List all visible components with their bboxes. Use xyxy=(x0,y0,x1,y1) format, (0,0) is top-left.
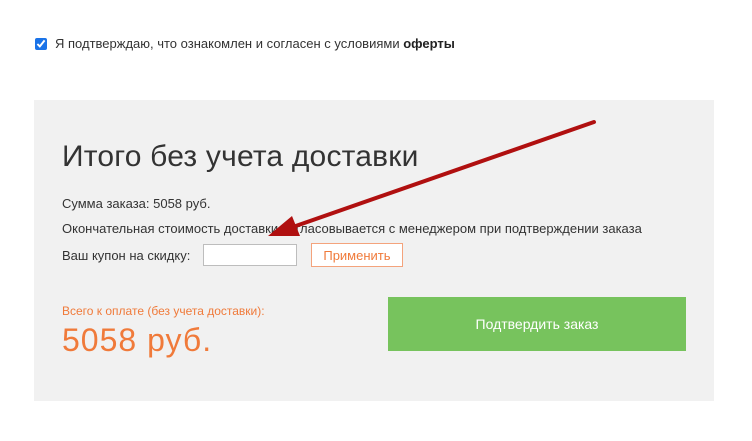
checkout-page: Я подтверждаю, что ознакомлен и согласен… xyxy=(0,0,752,441)
coupon-label: Ваш купон на скидку: xyxy=(62,247,191,263)
agreement-text: Я подтверждаю, что ознакомлен и согласен… xyxy=(55,36,455,51)
confirm-order-button[interactable]: Подтвердить заказ xyxy=(388,297,686,351)
total-label: Всего к оплате (без учета доставки): xyxy=(62,304,265,318)
order-sum-text: Сумма заказа: 5058 руб. xyxy=(62,196,211,211)
offer-link[interactable]: оферты xyxy=(403,36,455,51)
order-summary-panel: Итого без учета доставки Сумма заказа: 5… xyxy=(34,100,714,401)
agreement-label: Я подтверждаю, что ознакомлен и согласен… xyxy=(55,36,404,51)
apply-coupon-button[interactable]: Применить xyxy=(311,243,403,267)
agreement-checkbox[interactable] xyxy=(35,37,47,50)
summary-title: Итого без учета доставки xyxy=(62,140,419,173)
agreement-row[interactable]: Я подтверждаю, что ознакомлен и согласен… xyxy=(35,36,455,51)
total-value: 5058 руб. xyxy=(62,322,213,358)
coupon-input[interactable] xyxy=(203,244,298,266)
delivery-note-text: Окончательная стоимость доставки согласо… xyxy=(62,221,642,236)
coupon-row: Ваш купон на скидку: Применить xyxy=(62,243,403,267)
